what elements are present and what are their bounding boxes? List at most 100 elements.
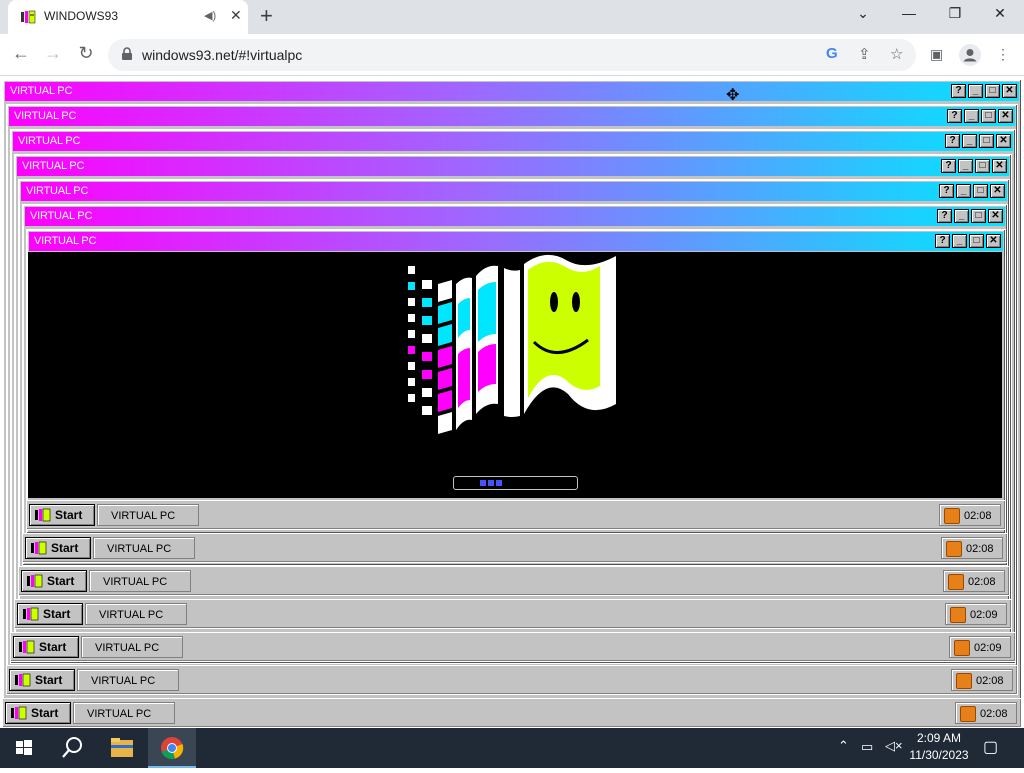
chevron-up-icon[interactable]: ⌃	[838, 738, 849, 754]
clock-date[interactable]: 11/30/2023	[905, 748, 973, 762]
reload-icon[interactable]: ↻	[75, 43, 97, 64]
maximize-button[interactable]: □	[985, 84, 1000, 98]
address-bar[interactable]: windows93.net/#!virtualpc G ⇪ ☆	[108, 39, 916, 71]
help-button[interactable]: ?	[941, 159, 956, 173]
search-icon[interactable]	[48, 728, 96, 768]
maximize-button[interactable]: □	[981, 109, 996, 123]
close-button[interactable]: ✕	[986, 234, 1001, 248]
system-tray: 02:08	[943, 570, 1005, 592]
close-button[interactable]: ✕	[1002, 84, 1017, 98]
window-title: VIRTUAL PC	[14, 110, 77, 122]
rss-icon[interactable]	[946, 541, 962, 557]
start-label: Start	[43, 607, 71, 621]
task-label: VIRTUAL PC	[111, 510, 176, 522]
windows93-start-icon	[31, 541, 47, 555]
window-titlebar[interactable]: VIRTUAL PC ? _ □ ✕	[5, 82, 1019, 101]
menu-icon[interactable]: ⋮	[996, 46, 1010, 63]
start-label: Start	[35, 673, 63, 687]
maximize-button[interactable]: □	[971, 209, 986, 223]
rss-icon[interactable]	[948, 574, 964, 590]
file-explorer-icon[interactable]	[98, 728, 146, 768]
maximize-button[interactable]: □	[973, 184, 988, 198]
task-button[interactable]: VIRTUAL PC	[97, 504, 199, 526]
minimize-button[interactable]: _	[956, 184, 971, 198]
rss-icon[interactable]	[960, 706, 976, 722]
network-icon[interactable]: ▭	[861, 739, 873, 755]
close-window-icon[interactable]: ✕	[990, 5, 1010, 22]
minimize-button[interactable]: _	[952, 234, 967, 248]
profile-icon[interactable]	[959, 44, 981, 66]
minimize-icon[interactable]: —	[899, 5, 919, 21]
window-titlebar[interactable]: VIRTUAL PC ? _ □ ✕	[29, 232, 1003, 251]
rss-icon[interactable]	[954, 640, 970, 656]
help-button[interactable]: ?	[951, 84, 966, 98]
start-button[interactable]: Start	[9, 669, 75, 691]
maximize-button[interactable]: □	[979, 134, 994, 148]
windows-start-icon[interactable]	[0, 728, 48, 768]
task-button[interactable]: VIRTUAL PC	[81, 636, 183, 658]
start-button[interactable]: Start	[29, 504, 95, 526]
minimize-button[interactable]: _	[962, 134, 977, 148]
rss-icon[interactable]	[950, 607, 966, 623]
windows-taskbar: ⌃ ▭ ◁× 2:09 AM 11/30/2023 ▢	[0, 728, 1024, 768]
help-button[interactable]: ?	[947, 109, 962, 123]
back-icon[interactable]: ←	[10, 43, 32, 64]
star-icon[interactable]: ☆	[890, 45, 903, 63]
help-button[interactable]: ?	[937, 209, 952, 223]
start-button[interactable]: Start	[21, 570, 87, 592]
window-title: VIRTUAL PC	[26, 185, 89, 197]
virtual-pc-screen[interactable]	[28, 252, 1002, 498]
start-label: Start	[51, 541, 79, 555]
start-button[interactable]: Start	[25, 537, 91, 559]
start-button[interactable]: Start	[17, 603, 83, 625]
chevron-down-icon[interactable]: ⌄	[853, 5, 873, 22]
window-titlebar[interactable]: VIRTUAL PC ? _ □ ✕	[13, 132, 1013, 151]
volume-muted-icon[interactable]: ◁×	[885, 738, 903, 754]
windows93-start-icon	[15, 673, 31, 687]
task-button[interactable]: VIRTUAL PC	[89, 570, 191, 592]
task-button[interactable]: VIRTUAL PC	[93, 537, 195, 559]
minimize-button[interactable]: _	[968, 84, 983, 98]
windows93-favicon	[21, 10, 36, 24]
forward-icon[interactable]: →	[42, 43, 64, 64]
side-panel-icon[interactable]: ▣	[930, 46, 943, 63]
rss-icon[interactable]	[944, 508, 960, 524]
close-button[interactable]: ✕	[990, 184, 1005, 198]
minimize-button[interactable]: _	[964, 109, 979, 123]
window-titlebar[interactable]: VIRTUAL PC ? _ □ ✕	[17, 157, 1009, 176]
close-button[interactable]: ✕	[992, 159, 1007, 173]
new-tab-icon[interactable]: +	[260, 3, 273, 29]
window-titlebar[interactable]: VIRTUAL PC ? _ □ ✕	[25, 207, 1005, 226]
restore-icon[interactable]: ❐	[945, 5, 965, 22]
page-content: VIRTUAL PC ? _ □ ✕ VIRTUAL PC ? _ □ ✕ VI…	[0, 77, 1024, 727]
help-button[interactable]: ?	[935, 234, 950, 248]
rss-icon[interactable]	[956, 673, 972, 689]
window-titlebar[interactable]: VIRTUAL PC ? _ □ ✕	[9, 107, 1015, 126]
window-titlebar[interactable]: VIRTUAL PC ? _ □ ✕	[21, 182, 1007, 201]
task-button[interactable]: VIRTUAL PC	[85, 603, 187, 625]
help-button[interactable]: ?	[939, 184, 954, 198]
minimize-button[interactable]: _	[958, 159, 973, 173]
windows93-start-icon	[27, 574, 43, 588]
browser-tab[interactable]: WINDOWS93 ◀) ✕	[8, 0, 248, 34]
url-text: windows93.net/#!virtualpc	[142, 47, 303, 63]
share-icon[interactable]: ⇪	[858, 45, 871, 63]
chrome-taskbar-button[interactable]	[148, 728, 196, 768]
clock-time[interactable]: 2:09 AM	[905, 731, 973, 745]
task-button[interactable]: VIRTUAL PC	[73, 702, 175, 724]
close-button[interactable]: ✕	[988, 209, 1003, 223]
start-button[interactable]: Start	[13, 636, 79, 658]
close-button[interactable]: ✕	[998, 109, 1013, 123]
audio-icon[interactable]: ◀)	[204, 9, 216, 22]
maximize-button[interactable]: □	[975, 159, 990, 173]
help-button[interactable]: ?	[945, 134, 960, 148]
minimize-button[interactable]: _	[954, 209, 969, 223]
start-button[interactable]: Start	[5, 702, 71, 724]
close-icon[interactable]: ✕	[230, 7, 242, 24]
window-title: VIRTUAL PC	[34, 235, 97, 247]
google-icon[interactable]: G	[826, 45, 838, 62]
maximize-button[interactable]: □	[969, 234, 984, 248]
close-button[interactable]: ✕	[996, 134, 1011, 148]
notifications-icon[interactable]: ▢	[983, 737, 998, 757]
task-button[interactable]: VIRTUAL PC	[77, 669, 179, 691]
